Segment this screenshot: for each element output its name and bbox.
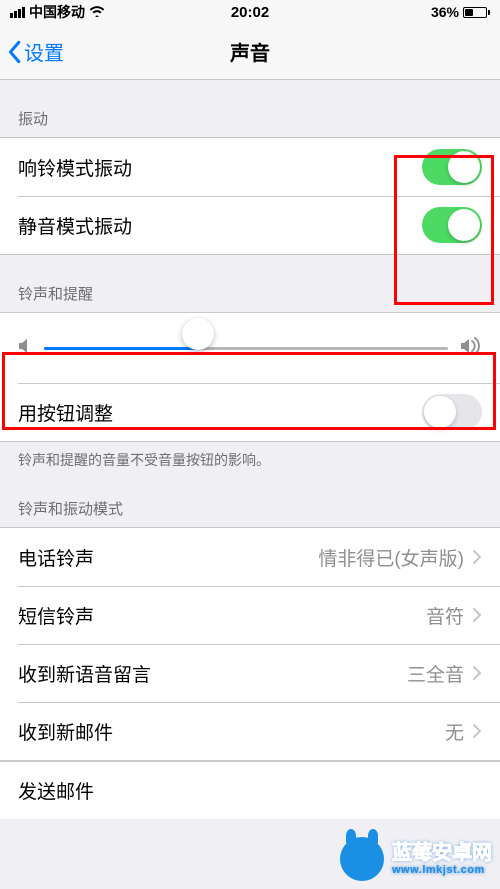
ringtone-row[interactable]: 电话铃声 情非得已(女声版) [0, 528, 500, 586]
section-header-vibration: 振动 [0, 80, 500, 137]
vibration-group: 响铃模式振动 静音模式振动 [0, 137, 500, 255]
text-tone-row[interactable]: 短信铃声 音符 [0, 586, 500, 644]
watermark-url: www.lmkjst.com [392, 864, 492, 876]
chevron-right-icon [472, 723, 482, 739]
mascot-icon [340, 837, 384, 881]
chevron-right-icon [472, 665, 482, 681]
silent-vibrate-switch[interactable] [422, 207, 482, 243]
status-bar: 中国移动 20:02 36% [0, 0, 500, 24]
volume-high-icon [460, 337, 482, 360]
new-mail-value: 无 [445, 718, 464, 745]
change-with-buttons-row: 用按钮调整 [0, 383, 500, 441]
status-right: 36% [431, 4, 490, 20]
patterns-group: 电话铃声 情非得已(女声版) 短信铃声 音符 收到新语音留言 三全音 收到新邮件… [0, 527, 500, 761]
ringer-group: 用按钮调整 [0, 312, 500, 442]
new-mail-label: 收到新邮件 [18, 718, 113, 745]
carrier-label: 中国移动 [29, 2, 85, 22]
ringtone-value: 情非得已(女声版) [318, 544, 464, 571]
change-with-buttons-label: 用按钮调整 [18, 399, 113, 426]
sent-mail-label: 发送邮件 [18, 777, 94, 804]
ringtone-label: 电话铃声 [18, 544, 94, 571]
chevron-right-icon [472, 607, 482, 623]
page-title: 声音 [230, 37, 270, 66]
text-tone-label: 短信铃声 [18, 602, 94, 629]
battery-percent: 36% [431, 4, 459, 20]
volume-footer: 铃声和提醒的音量不受音量按钮的影响。 [0, 442, 500, 470]
new-mail-row[interactable]: 收到新邮件 无 [0, 702, 500, 760]
change-with-buttons-switch[interactable] [422, 394, 482, 430]
ring-vibrate-switch[interactable] [422, 149, 482, 185]
watermark: 蓝莓安卓网 www.lmkjst.com [340, 837, 492, 881]
watermark-brand: 蓝莓安卓网 [392, 842, 492, 864]
volume-low-icon [18, 337, 32, 360]
back-button[interactable]: 设置 [6, 37, 64, 66]
voicemail-value: 三全音 [407, 660, 464, 687]
section-header-patterns: 铃声和振动模式 [0, 470, 500, 527]
chevron-left-icon [6, 40, 22, 64]
voicemail-row[interactable]: 收到新语音留言 三全音 [0, 644, 500, 702]
ring-vibrate-label: 响铃模式振动 [18, 154, 132, 181]
battery-icon [463, 7, 490, 18]
ringer-volume-row [0, 313, 500, 383]
wifi-icon [89, 5, 105, 20]
back-label: 设置 [24, 37, 64, 66]
ring-vibrate-row: 响铃模式振动 [0, 138, 500, 196]
silent-vibrate-row: 静音模式振动 [0, 196, 500, 254]
sent-mail-row[interactable]: 发送邮件 [0, 761, 500, 819]
text-tone-value: 音符 [426, 602, 464, 629]
nav-bar: 设置 声音 [0, 24, 500, 80]
signal-icon [10, 7, 25, 18]
status-left: 中国移动 [10, 2, 105, 22]
silent-vibrate-label: 静音模式振动 [18, 212, 132, 239]
ringer-volume-slider[interactable] [44, 333, 448, 363]
voicemail-label: 收到新语音留言 [18, 660, 151, 687]
status-time: 20:02 [231, 4, 269, 21]
chevron-right-icon [472, 549, 482, 565]
section-header-ringer: 铃声和提醒 [0, 255, 500, 312]
